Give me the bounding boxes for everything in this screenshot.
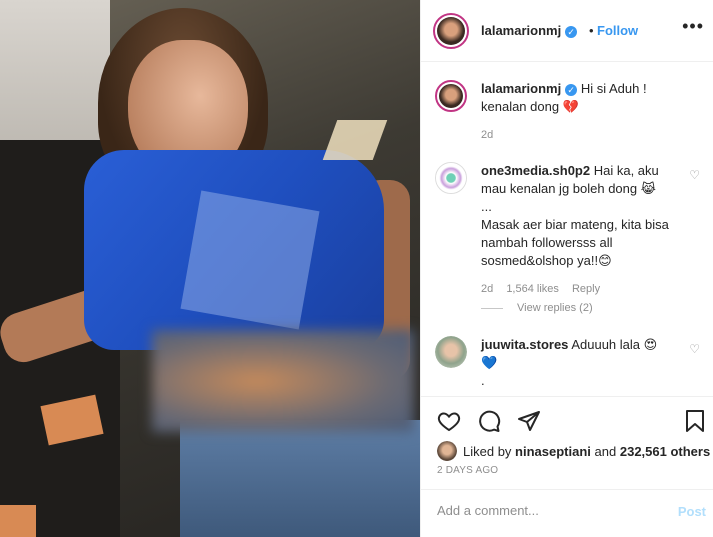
comment-like-heart-icon[interactable]: ♡ — [689, 342, 700, 356]
view-replies-label[interactable]: View replies (2) — [517, 302, 593, 314]
author-avatar[interactable] — [433, 13, 469, 49]
liker-avatar[interactable] — [437, 441, 457, 461]
comment-avatar[interactable] — [435, 162, 467, 194]
comment-body: juuwita.stores Aduuuh lala 😍 💙 . — [481, 336, 679, 390]
caption-meta: 2d — [481, 126, 679, 144]
comment-text-2: 💙 — [481, 355, 498, 370]
more-options-icon[interactable]: ••• — [682, 16, 704, 37]
likes-summary: Liked by ninaseptiani and 232,561 others — [437, 441, 710, 461]
action-icons — [437, 409, 557, 433]
follow-button[interactable]: Follow — [597, 23, 638, 38]
photo-paper-2 — [0, 505, 36, 537]
post-sidebar: lalamarionmj ✓ • Follow ••• lalamarionmj ✓… — [420, 0, 713, 537]
comment-body: one3media.sh0p2 Hai ka, aku mau kenalan … — [481, 162, 679, 298]
comment-username[interactable]: one3media.sh0p2 — [481, 163, 590, 178]
comment-text-2: ... — [481, 199, 492, 214]
comment-like-heart-icon[interactable]: ♡ — [689, 168, 700, 182]
caption-time[interactable]: 2d — [481, 129, 493, 141]
comment-avatar[interactable] — [435, 336, 467, 368]
post-photo[interactable] — [0, 0, 420, 537]
add-comment-input[interactable] — [435, 502, 659, 519]
comment-time[interactable]: 2d — [481, 283, 493, 295]
post-header: lalamarionmj ✓ • Follow ••• — [421, 0, 713, 62]
instagram-post-modal: lalamarionmj ✓ • Follow ••• lalamarionmj ✓… — [0, 0, 713, 537]
like-heart-icon[interactable] — [437, 409, 461, 433]
comment-text-3: Masak aer biar mateng, kita bisa nambah … — [481, 217, 669, 268]
add-comment-bar: Post — [421, 489, 713, 537]
comment-username[interactable]: juuwita.stores — [481, 337, 568, 352]
verified-badge-icon: ✓ — [565, 25, 578, 38]
comment-meta: 2d 1,564 likes Reply — [481, 280, 679, 298]
comments-section: lalamarionmj ✓ Hi si Aduh ! kenalan dong … — [421, 62, 713, 396]
view-replies-button[interactable]: View replies (2) — [481, 302, 593, 314]
photo-jeans — [180, 420, 420, 537]
likes-count[interactable]: 232,561 others — [620, 444, 710, 459]
author-username[interactable]: lalamarionmj ✓ — [481, 23, 578, 38]
photo-sun-patch — [322, 120, 388, 160]
reply-button[interactable]: Reply — [572, 283, 600, 295]
comment-bubble-icon[interactable] — [477, 409, 501, 433]
verified-badge-icon: ✓ — [565, 83, 578, 96]
replies-line — [481, 307, 503, 309]
liker-username[interactable]: ninaseptiani — [515, 444, 591, 459]
comment-likes[interactable]: 1,564 likes — [506, 283, 559, 295]
photo-light-patch — [180, 190, 320, 330]
author-username-text[interactable]: lalamarionmj — [481, 23, 561, 38]
likes-prefix: Liked by — [463, 443, 512, 459]
photo-blur-censor — [152, 330, 414, 432]
comment-text: Aduuuh lala 😍 — [571, 337, 658, 352]
post-actions: Liked by ninaseptiani and 232,561 others… — [421, 396, 713, 476]
save-bookmark-icon[interactable] — [684, 409, 706, 438]
post-timestamp[interactable]: 2 DAYS AGO — [437, 465, 498, 476]
post-comment-button[interactable]: Post — [678, 504, 706, 519]
share-paper-plane-icon[interactable] — [517, 409, 541, 433]
caption-avatar[interactable] — [435, 80, 467, 112]
caption-body: lalamarionmj ✓ Hi si Aduh ! kenalan dong … — [481, 80, 679, 144]
header-separator: • — [589, 23, 594, 38]
caption-username[interactable]: lalamarionmj — [481, 81, 561, 96]
comment-text-3: . — [481, 373, 485, 388]
likes-and: and — [594, 443, 617, 459]
